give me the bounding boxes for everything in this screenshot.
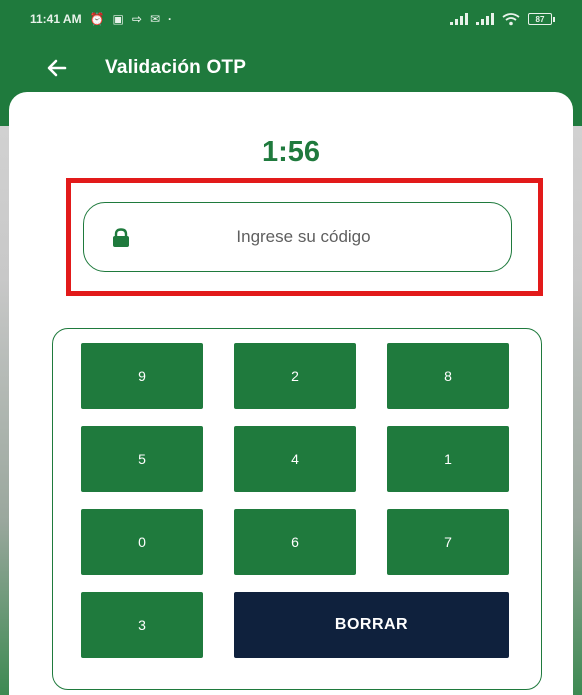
page-title: Validación OTP [105,57,247,78]
status-left: 11:41 AM ⏰ ▣ ⇨ ✉ · [30,12,172,26]
code-input-placeholder: Ingrese su código [236,227,371,246]
message-icon: ▣ [112,12,124,26]
signal-icon [450,13,468,25]
countdown-timer: 1:56 [261,136,321,168]
wifi-icon [502,12,520,25]
status-time: 11:41 AM [30,12,82,26]
lock-icon [113,228,129,247]
key-0[interactable]: 0 [81,509,203,575]
delete-button[interactable]: BORRAR [234,592,509,658]
key-4[interactable]: 4 [234,426,356,492]
key-2[interactable]: 2 [234,343,356,409]
key-5[interactable]: 5 [81,426,203,492]
status-bar: 11:41 AM ⏰ ▣ ⇨ ✉ · 87 [0,0,582,38]
status-right: 87 [450,12,555,26]
arrow-left-icon[interactable] [45,56,69,80]
dot-icon: · [168,12,173,26]
signal-icon-2 [476,13,494,25]
key-3[interactable]: 3 [81,592,203,658]
key-9[interactable]: 9 [81,343,203,409]
otp-code-input[interactable]: Ingrese su código [83,202,512,272]
battery-icon: 87 [528,13,555,25]
mail-icon: ✉ [149,12,161,26]
top-app-bar: Validación OTP [0,42,582,94]
key-7[interactable]: 7 [387,509,509,575]
keypad: 9 2 8 5 4 1 0 6 7 3 BORRAR [52,328,542,690]
key-1[interactable]: 1 [387,426,509,492]
alarm-icon: ⏰ [89,12,105,26]
share-icon: ⇨ [131,12,142,26]
battery-level: 87 [535,14,545,24]
key-6[interactable]: 6 [234,509,356,575]
key-8[interactable]: 8 [387,343,509,409]
otp-card: 1:56 Ingrese su código 9 2 8 5 4 1 0 6 7… [9,92,573,695]
